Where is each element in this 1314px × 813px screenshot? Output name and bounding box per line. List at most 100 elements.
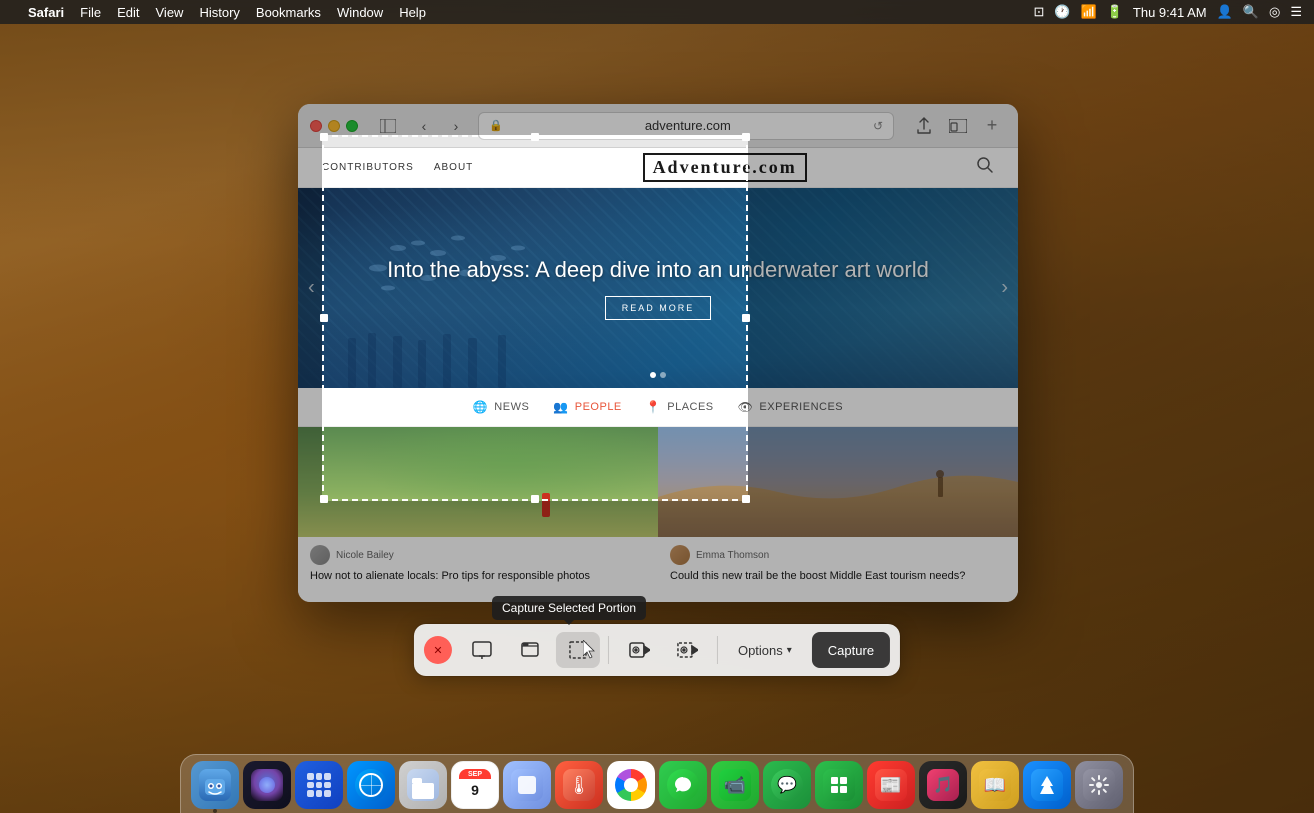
hero-dots xyxy=(650,372,666,378)
experiences-icon: 👁 xyxy=(738,400,754,414)
toolbar-right: + xyxy=(910,112,1006,140)
dock: SEP 9 🌡 📹 xyxy=(180,754,1134,813)
capture-selection-icon xyxy=(567,639,589,661)
back-button[interactable]: ‹ xyxy=(410,112,438,140)
wechat-icon: 💬 xyxy=(771,769,803,801)
site-search-icon[interactable] xyxy=(976,156,994,179)
dock-item-news[interactable]: 📰 xyxy=(867,761,915,809)
dock-item-finder[interactable] xyxy=(191,761,239,809)
dock-item-system-prefs[interactable] xyxy=(1075,761,1123,809)
control-center-icon[interactable]: ☰ xyxy=(1290,4,1302,20)
dock-item-photos[interactable] xyxy=(607,761,655,809)
wifi-icon[interactable]: 📶 xyxy=(1081,4,1097,20)
menubar-left: Safari File Edit View History Bookmarks … xyxy=(12,5,426,20)
browser-titlebar: ‹ › 🔒 adventure.com ↺ xyxy=(298,104,1018,148)
menubar-help[interactable]: Help xyxy=(399,5,426,20)
dock-item-calendar[interactable]: SEP 9 xyxy=(451,761,499,809)
battery-icon[interactable]: 🔋 xyxy=(1107,4,1123,20)
category-experiences[interactable]: 👁 EXPERIENCES xyxy=(738,400,843,414)
menubar-history[interactable]: History xyxy=(199,5,239,20)
category-news[interactable]: 🌐 NEWS xyxy=(473,400,529,414)
reload-icon[interactable]: ↺ xyxy=(873,119,883,133)
hero-title: Into the abyss: A deep dive into an unde… xyxy=(318,256,998,285)
forward-button[interactable]: › xyxy=(442,112,470,140)
article-author-2: Emma Thomson xyxy=(658,537,1018,569)
hero-read-more-button[interactable]: READ MORE xyxy=(605,296,712,320)
hero-text: Into the abyss: A deep dive into an unde… xyxy=(298,256,1018,321)
toolbar-divider-2 xyxy=(717,636,718,664)
menubar-safari[interactable]: Safari xyxy=(28,5,64,20)
add-tab-button[interactable]: + xyxy=(978,112,1006,140)
clock-icon[interactable]: 🕐 xyxy=(1054,4,1070,20)
category-places[interactable]: 📍 PLACES xyxy=(646,400,714,414)
article-card-2[interactable]: Emma Thomson Could this new trail be the… xyxy=(658,427,1018,592)
capture-selection-button[interactable] xyxy=(556,632,600,668)
article-card-1[interactable]: Nicole Bailey How not to alienate locals… xyxy=(298,427,658,592)
record-selection-button[interactable] xyxy=(665,632,709,668)
screenshot-toolbar: ✕ xyxy=(414,624,900,676)
browser-content: CONTRIBUTORS ABOUT Adventure.com xyxy=(298,148,1018,602)
dock-item-numbers[interactable] xyxy=(815,761,863,809)
address-bar[interactable]: 🔒 adventure.com ↺ xyxy=(478,112,894,140)
safari-browser-icon xyxy=(355,769,387,801)
lock-icon: 🔒 xyxy=(489,119,503,132)
new-tab-button[interactable] xyxy=(944,112,972,140)
close-button[interactable] xyxy=(310,120,322,132)
minimize-button[interactable] xyxy=(328,120,340,132)
capture-button[interactable]: Capture xyxy=(812,632,890,668)
article-author-1: Nicole Bailey xyxy=(298,537,658,569)
people-icon: 👥 xyxy=(553,400,568,414)
category-experiences-label: EXPERIENCES xyxy=(759,401,843,413)
about-link[interactable]: ABOUT xyxy=(434,162,473,173)
menubar-view[interactable]: View xyxy=(156,5,184,20)
hero-dot-2[interactable] xyxy=(660,372,666,378)
dock-dot-finder xyxy=(213,809,217,813)
dock-item-app-store[interactable] xyxy=(1023,761,1071,809)
dock-item-maps[interactable]: 🌡 xyxy=(555,761,603,809)
menubar-window[interactable]: Window xyxy=(337,5,383,20)
dock-item-books[interactable]: 📖 xyxy=(971,761,1019,809)
close-icon: ✕ xyxy=(433,644,442,657)
dock-item-files[interactable] xyxy=(399,761,447,809)
capture-window-button[interactable] xyxy=(508,632,552,668)
options-button[interactable]: Options ▾ xyxy=(726,632,804,668)
capture-label: Capture xyxy=(828,643,874,658)
dock-item-wechat[interactable]: 💬 xyxy=(763,761,811,809)
launchpad-icon xyxy=(303,769,335,801)
dock-item-siri[interactable] xyxy=(243,761,291,809)
record-screen-button[interactable] xyxy=(617,632,661,668)
sidebar-toggle-button[interactable] xyxy=(374,112,402,140)
menubar-bookmarks[interactable]: Bookmarks xyxy=(256,5,321,20)
hero-dot-1[interactable] xyxy=(650,372,656,378)
news-icon: 📰 xyxy=(875,769,907,801)
capture-entire-screen-icon xyxy=(471,639,493,661)
dock-item-messages[interactable] xyxy=(659,761,707,809)
capture-window-icon xyxy=(519,639,541,661)
maximize-button[interactable] xyxy=(346,120,358,132)
cast-icon[interactable]: ⊡ xyxy=(1033,4,1044,20)
contributors-link[interactable]: CONTRIBUTORS xyxy=(322,162,414,173)
close-screenshot-button[interactable]: ✕ xyxy=(424,636,452,664)
dock-item-safari[interactable] xyxy=(347,761,395,809)
category-people-label: PEOPLE xyxy=(575,401,622,413)
dock-item-facetime[interactable]: 📹 xyxy=(711,761,759,809)
overlay-left xyxy=(0,135,322,501)
dock-item-launchpad[interactable] xyxy=(295,761,343,809)
news-icon: 🌐 xyxy=(473,400,488,414)
siri-icon xyxy=(251,769,283,801)
article-image-1 xyxy=(298,427,658,537)
dock-item-reminders[interactable] xyxy=(503,761,551,809)
menubar-file[interactable]: File xyxy=(80,5,101,20)
user-icon[interactable]: 👤 xyxy=(1217,4,1233,20)
search-icon[interactable]: 🔍 xyxy=(1243,4,1259,20)
category-people[interactable]: 👥 PEOPLE xyxy=(553,400,621,414)
menubar-edit[interactable]: Edit xyxy=(117,5,139,20)
dock-item-music[interactable]: 🎵 xyxy=(919,761,967,809)
share-button[interactable] xyxy=(910,112,938,140)
site-logo[interactable]: Adventure.com xyxy=(643,153,807,182)
traffic-lights xyxy=(310,120,358,132)
article-title-2: Could this new trail be the boost Middle… xyxy=(658,569,1018,592)
siri-icon[interactable]: ◎ xyxy=(1269,4,1280,20)
site-nav-links: CONTRIBUTORS ABOUT xyxy=(322,162,473,173)
capture-entire-screen-button[interactable] xyxy=(460,632,504,668)
